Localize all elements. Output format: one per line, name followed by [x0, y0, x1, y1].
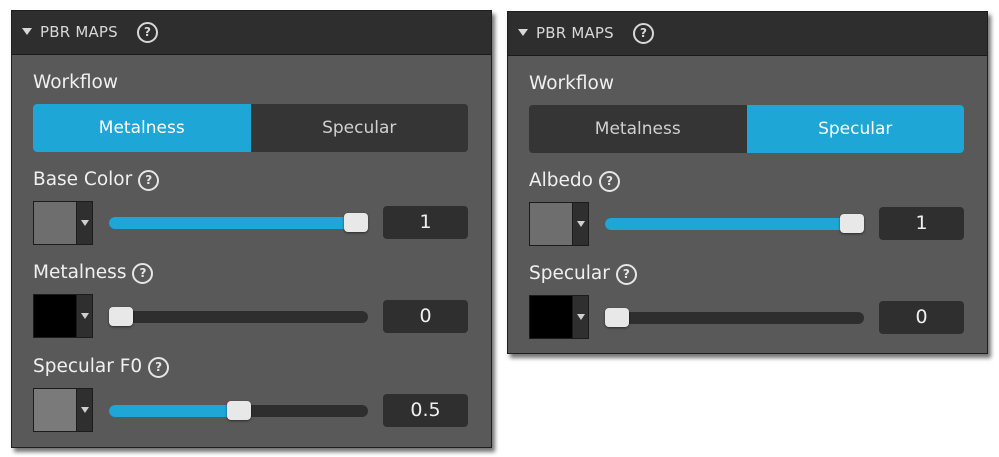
value-slider[interactable] [605, 308, 864, 327]
workflow-option-specular[interactable]: Specular [250, 104, 468, 152]
help-icon[interactable]: ? [148, 357, 170, 378]
color-swatch-picker[interactable] [33, 388, 93, 432]
panel-header[interactable]: PBR MAPS ? [508, 12, 987, 56]
value-input[interactable]: 0 [879, 301, 964, 334]
slider-fill [605, 218, 852, 230]
swatch-dropdown-icon[interactable] [75, 295, 92, 337]
property-label: Albedo? [529, 170, 620, 192]
color-swatch-picker[interactable] [529, 295, 589, 339]
swatch-dropdown-icon[interactable] [75, 389, 92, 431]
panel-title: PBR MAPS [40, 23, 118, 41]
help-icon[interactable]: ? [138, 170, 160, 191]
color-swatch-picker[interactable] [529, 202, 589, 246]
property-label: Specular F0? [33, 356, 170, 378]
value-input[interactable]: 1 [879, 207, 964, 240]
help-icon[interactable]: ? [132, 263, 154, 284]
value-input[interactable]: 0 [383, 300, 468, 333]
swatch-dropdown-icon[interactable] [571, 203, 588, 245]
property-label: Metalness? [33, 262, 154, 284]
value-slider[interactable] [605, 214, 864, 233]
workflow-option-metalness[interactable]: Metalness [529, 105, 747, 153]
slider-thumb[interactable] [605, 308, 629, 327]
collapse-caret-icon[interactable] [22, 28, 32, 35]
collapse-caret-icon[interactable] [518, 29, 528, 36]
value-input[interactable]: 0.5 [383, 394, 468, 427]
help-icon[interactable]: ? [598, 171, 620, 192]
slider-thumb[interactable] [109, 307, 133, 326]
help-icon[interactable]: ? [137, 22, 158, 43]
workflow-toggle[interactable]: Metalness Specular [33, 104, 468, 152]
workflow-label: Workflow [33, 72, 118, 93]
swatch-dropdown-icon[interactable] [75, 202, 92, 244]
pbr-maps-panel-specular: PBR MAPS ? Workflow Metalness Specular A… [507, 11, 988, 354]
swatch-color[interactable] [34, 295, 76, 337]
swatch-color[interactable] [34, 389, 76, 431]
slider-thumb[interactable] [226, 401, 251, 420]
help-icon[interactable]: ? [615, 264, 637, 285]
panel-header[interactable]: PBR MAPS ? [12, 11, 491, 55]
workflow-toggle[interactable]: Metalness Specular [529, 105, 964, 153]
swatch-color[interactable] [34, 202, 76, 244]
slider-thumb[interactable] [344, 213, 368, 232]
swatch-color[interactable] [530, 203, 572, 245]
property-label: Specular? [529, 263, 637, 285]
pbr-maps-panel-metalness: PBR MAPS ? Workflow Metalness Specular B… [11, 10, 492, 448]
workflow-option-specular[interactable]: Specular [746, 105, 964, 153]
color-swatch-picker[interactable] [33, 201, 93, 245]
value-input[interactable]: 1 [383, 206, 468, 239]
swatch-dropdown-icon[interactable] [571, 296, 588, 338]
value-slider[interactable] [109, 401, 368, 420]
help-icon[interactable]: ? [633, 23, 654, 44]
property-label: Base Color? [33, 169, 160, 191]
slider-thumb[interactable] [840, 214, 864, 233]
panel-title: PBR MAPS [536, 24, 614, 42]
color-swatch-picker[interactable] [33, 294, 93, 338]
workflow-option-metalness[interactable]: Metalness [33, 104, 251, 152]
value-slider[interactable] [109, 307, 368, 326]
value-slider[interactable] [109, 213, 368, 232]
swatch-color[interactable] [530, 296, 572, 338]
slider-fill [109, 217, 356, 229]
slider-fill [109, 405, 239, 417]
workflow-label: Workflow [529, 73, 614, 94]
